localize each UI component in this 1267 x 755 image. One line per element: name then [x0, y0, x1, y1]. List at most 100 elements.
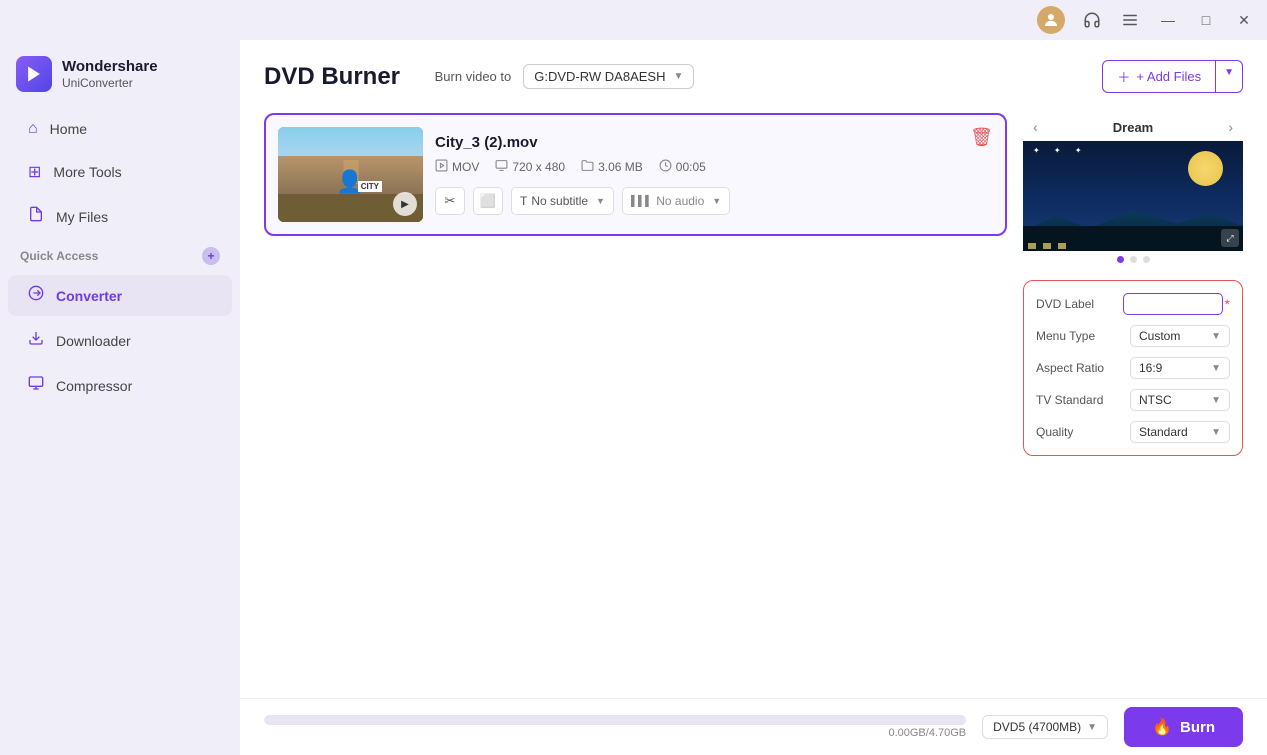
progress-bar-bg — [264, 715, 966, 725]
logo-area: Wondershare UniConverter — [0, 48, 240, 108]
quality-value: Standard — [1139, 425, 1188, 439]
expand-button[interactable]: ⤢ — [1221, 229, 1239, 247]
quality-select[interactable]: Standard ▼ — [1130, 421, 1230, 443]
resolution-icon — [495, 159, 508, 175]
burn-video-label: Burn video to — [435, 69, 512, 84]
file-meta: MOV 720 x 480 — [435, 159, 958, 175]
disc-select[interactable]: DVD5 (4700MB) ▼ — [982, 715, 1108, 739]
file-actions: ✂ ⬜ T No subtitle ▼ ▌▌▌ No audio ▼ — [435, 187, 958, 215]
subtitle-dropdown-arrow: ▼ — [596, 196, 605, 206]
headset-icon[interactable] — [1081, 9, 1103, 31]
more-tools-icon: ⊞ — [28, 162, 41, 182]
file-duration: 00:05 — [659, 159, 706, 175]
minimize-button[interactable]: — — [1157, 9, 1179, 31]
my-files-label: My Files — [56, 209, 108, 225]
sidebar-item-downloader[interactable]: Downloader — [8, 320, 232, 361]
tv-standard-label: TV Standard — [1036, 393, 1103, 407]
duration-value: 00:05 — [676, 160, 706, 174]
aspect-ratio-select[interactable]: 16:9 ▼ — [1130, 357, 1230, 379]
size-value: 3.06 MB — [598, 160, 643, 174]
page-header: DVD Burner Burn video to G:DVD-RW DA8AES… — [240, 40, 1267, 105]
subtitle-select[interactable]: T No subtitle ▼ — [511, 187, 614, 215]
size-icon — [581, 159, 594, 175]
subtitle-icon: T — [520, 194, 527, 208]
audio-dropdown-arrow: ▼ — [712, 196, 721, 206]
close-button[interactable]: ✕ — [1233, 9, 1255, 31]
home-label: Home — [50, 121, 87, 137]
quick-access-add-button[interactable]: + — [202, 247, 220, 265]
aspect-ratio-value: 16:9 — [1139, 361, 1162, 375]
drive-select[interactable]: G:DVD-RW DA8AESH ▼ — [523, 64, 694, 89]
converter-label: Converter — [56, 288, 122, 304]
menu-type-select[interactable]: Custom ▼ — [1130, 325, 1230, 347]
tv-standard-arrow: ▼ — [1211, 395, 1221, 406]
file-size: 3.06 MB — [581, 159, 643, 175]
sidebar-item-converter[interactable]: Converter — [8, 275, 232, 316]
burn-button[interactable]: 🔥 Burn — [1124, 707, 1243, 747]
tv-standard-row: TV Standard NTSC ▼ — [1036, 389, 1230, 411]
home-icon: ⌂ — [28, 120, 38, 138]
titlebar: — □ ✕ — [0, 0, 1267, 40]
tv-standard-value: NTSC — [1139, 393, 1172, 407]
downloader-icon — [28, 330, 44, 351]
menu-icon[interactable] — [1119, 9, 1141, 31]
compressor-label: Compressor — [56, 378, 132, 394]
downloader-label: Downloader — [56, 333, 131, 349]
dream-windows — [1028, 243, 1066, 249]
theme-prev-button[interactable]: ‹ — [1033, 119, 1038, 135]
settings-panel: DVD Label * Menu Type Custom ▼ — [1023, 280, 1243, 456]
sidebar-item-my-files[interactable]: My Files — [8, 196, 232, 237]
dvd-label-row: DVD Label * — [1036, 293, 1230, 315]
dream-stars: ✦ ✦ ✦ — [1033, 146, 1088, 155]
format-value: MOV — [452, 160, 479, 174]
drive-value: G:DVD-RW DA8AESH — [534, 69, 665, 84]
aspect-ratio-row: Aspect Ratio 16:9 ▼ — [1036, 357, 1230, 379]
delete-button[interactable]: 🗑 — [970, 127, 993, 148]
avatar-icon[interactable] — [1037, 6, 1065, 34]
file-format: MOV — [435, 159, 479, 175]
menu-type-value: Custom — [1139, 329, 1180, 343]
menu-type-arrow: ▼ — [1211, 331, 1221, 342]
sidebar: Wondershare UniConverter ⌂ Home ⊞ More T… — [0, 40, 240, 755]
sidebar-item-more-tools[interactable]: ⊞ More Tools — [8, 152, 232, 192]
sidebar-item-home[interactable]: ⌂ Home — [8, 110, 232, 148]
theme-dot-2[interactable] — [1130, 256, 1137, 263]
subtitle-value: No subtitle — [531, 194, 588, 208]
format-icon — [435, 159, 448, 175]
cut-button[interactable]: ✂ — [435, 187, 465, 215]
tv-standard-select[interactable]: NTSC ▼ — [1130, 389, 1230, 411]
dream-moon — [1188, 151, 1223, 186]
storage-label: 0.00GB/4.70GB — [264, 727, 966, 739]
file-card: 👤 CITY ▶ City_3 (2).mov — [264, 113, 1007, 236]
duration-icon — [659, 159, 672, 175]
add-files-dropdown-button[interactable]: ▼ — [1216, 60, 1243, 93]
disc-dropdown-arrow: ▼ — [1087, 722, 1097, 733]
quality-arrow: ▼ — [1211, 427, 1221, 438]
dvd-label-input[interactable] — [1123, 293, 1223, 315]
content-area: 👤 CITY ▶ City_3 (2).mov — [240, 105, 1267, 698]
theme-dot-1[interactable] — [1117, 256, 1124, 263]
disc-value: DVD5 (4700MB) — [993, 720, 1081, 734]
compressor-icon — [28, 375, 44, 396]
add-files-button[interactable]: ＋ + Add Files — [1102, 60, 1216, 93]
theme-next-button[interactable]: › — [1228, 119, 1233, 135]
maximize-button[interactable]: □ — [1195, 9, 1217, 31]
sidebar-item-compressor[interactable]: Compressor — [8, 365, 232, 406]
theme-dots — [1023, 251, 1243, 268]
app-body: Wondershare UniConverter ⌂ Home ⊞ More T… — [0, 40, 1267, 755]
more-tools-label: More Tools — [53, 164, 121, 180]
main-content: DVD Burner Burn video to G:DVD-RW DA8AES… — [240, 40, 1267, 755]
theme-name: Dream — [1113, 120, 1153, 135]
file-list-area: 👤 CITY ▶ City_3 (2).mov — [264, 113, 1007, 690]
crop-button[interactable]: ⬜ — [473, 187, 503, 215]
my-files-icon — [28, 206, 44, 227]
file-thumbnail: 👤 CITY ▶ — [278, 127, 423, 222]
quality-label: Quality — [1036, 425, 1073, 439]
theme-nav: ‹ Dream › — [1023, 113, 1243, 141]
file-resolution: 720 x 480 — [495, 159, 565, 175]
menu-type-row: Menu Type Custom ▼ — [1036, 325, 1230, 347]
theme-dot-3[interactable] — [1143, 256, 1150, 263]
play-button[interactable]: ▶ — [393, 192, 417, 216]
audio-select[interactable]: ▌▌▌ No audio ▼ — [622, 187, 730, 215]
quick-access-label: Quick Access — [20, 249, 98, 263]
